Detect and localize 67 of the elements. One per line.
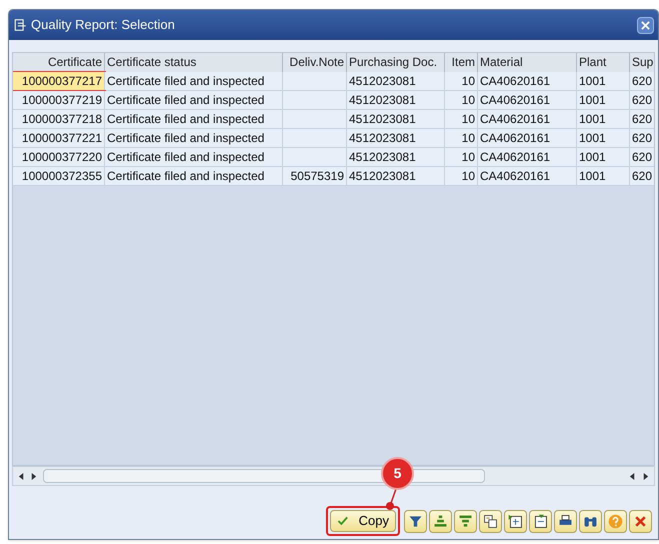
copy-button[interactable]: Copy [330,510,396,532]
table-cell: 10 [445,167,478,185]
table-cell: 100000377220 [13,148,105,166]
toolbar-button[interactable] [504,510,527,532]
table-cell: Certificate filed and inspected [105,148,283,166]
table-cell: 620 [630,72,654,90]
table-cell: CA40620161 [478,91,577,109]
sort-descending-icon [457,512,474,530]
table-cell: 10 [445,129,478,147]
table-cell: 620 [630,167,654,185]
table-cell: 1001 [577,110,630,128]
table-cell: 1001 [577,129,630,147]
close-icon [641,20,650,30]
sort-ascending-icon [432,512,449,530]
table-cell: CA40620161 [478,129,577,147]
layout-icon [482,512,499,530]
table-cell: 1001 [577,72,630,90]
table-cell: 4512023081 [347,148,445,166]
table-cell: 100000377219 [13,91,105,109]
table-cell: 10 [445,148,478,166]
table-cell: 100000377221 [13,129,105,147]
table-cell: Certificate filed and inspected [105,129,283,147]
scroll-right-icon[interactable] [30,472,37,480]
close-button[interactable] [637,16,654,34]
table-cell: 4512023081 [347,129,445,147]
table-cell: 50575319 [283,167,347,185]
toolbar-button[interactable] [404,510,427,532]
scroll-left-icon[interactable] [18,472,25,480]
toolbar-button[interactable] [479,510,502,532]
table-cell: CA40620161 [478,148,577,166]
table-cell: CA40620161 [478,110,577,128]
table-cell: 100000372355 [13,167,105,185]
table-cell: 620 [630,91,654,109]
scroll-right-icon[interactable] [642,472,649,480]
table-cell: Certificate filed and inspected [105,167,283,185]
table-cell: 4512023081 [347,72,445,90]
table-cell: CA40620161 [478,72,577,90]
table-cell: 4512023081 [347,110,445,128]
help-icon [607,512,624,530]
table-cell: CA40620161 [478,167,577,185]
table-cell: 10 [445,72,478,90]
window-icon [13,18,28,32]
table-cell: Certificate filed and inspected [105,110,283,128]
table-cell: 100000377217 [13,72,105,90]
table-cell: 10 [445,91,478,109]
table-cell: 100000377218 [13,110,105,128]
table-cell: Certificate filed and inspected [105,72,283,90]
horizontal-scrollbar[interactable] [12,466,655,486]
checkmark-icon [337,514,349,528]
table-cell: 1001 [577,91,630,109]
table-cell: Certificate filed and inspected [105,91,283,109]
table-cell: 620 [630,129,654,147]
table-cell: 1001 [577,167,630,185]
toolbar-button[interactable] [554,510,577,532]
table-cell: 4512023081 [347,167,445,185]
toolbar-button[interactable] [529,510,552,532]
window-title: Quality Report: Selection [31,16,175,34]
table-cell: 4512023081 [347,91,445,109]
table-cell: 10 [445,110,478,128]
table-cell: 1001 [577,148,630,166]
insert-row-icon [507,512,524,530]
table-cell: 620 [630,110,654,128]
delete-row-icon [532,512,549,530]
table-cell: 620 [630,148,654,166]
toolbar-button[interactable] [579,510,602,532]
scrollbar-thumb[interactable] [43,469,485,483]
scroll-left-icon[interactable] [629,472,636,480]
